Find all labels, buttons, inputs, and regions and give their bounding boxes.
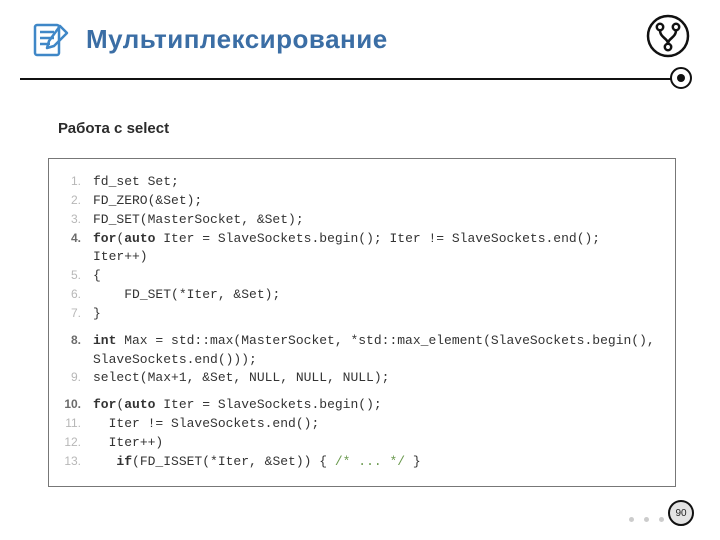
slide-title: Мультиплексирование	[86, 24, 388, 55]
code-text: for(auto Iter = SlaveSockets.begin();	[93, 396, 661, 415]
line-number: 2.	[63, 192, 93, 211]
code-block: 1.fd_set Set; 2.FD_ZERO(&Set); 3.FD_SET(…	[48, 158, 676, 487]
code-text: FD_SET(*Iter, &Set);	[93, 286, 661, 305]
line-number: 11.	[63, 415, 93, 434]
line-number: 1.	[63, 173, 93, 192]
line-number: 9.	[63, 369, 93, 388]
page-number-badge: 90	[668, 500, 694, 526]
divider-node-icon	[670, 67, 692, 89]
code-text: FD_SET(MasterSocket, &Set);	[93, 211, 661, 230]
code-text: if(FD_ISSET(*Iter, &Set)) { /* ... */ }	[93, 453, 661, 472]
line-number: 5.	[63, 267, 93, 286]
edit-icon	[30, 18, 72, 60]
line-number: 4.	[63, 230, 93, 268]
section-subtitle: Работа с select	[58, 120, 169, 137]
code-text: Iter++)	[93, 434, 661, 453]
line-number: 8.	[63, 332, 93, 370]
code-text: }	[93, 305, 661, 324]
line-number: 7.	[63, 305, 93, 324]
code-text: {	[93, 267, 661, 286]
line-number: 6.	[63, 286, 93, 305]
line-number: 10.	[63, 396, 93, 415]
code-text: int Max = std::max(MasterSocket, *std::m…	[93, 332, 661, 370]
line-number: 13.	[63, 453, 93, 472]
branch-icon	[646, 14, 690, 63]
code-text: for(auto Iter = SlaveSockets.begin(); It…	[93, 230, 661, 268]
line-number: 3.	[63, 211, 93, 230]
divider	[20, 78, 690, 80]
code-text: Iter != SlaveSockets.end();	[93, 415, 661, 434]
code-text: fd_set Set;	[93, 173, 661, 192]
decorative-dots	[629, 517, 664, 522]
code-text: FD_ZERO(&Set);	[93, 192, 661, 211]
code-text: select(Max+1, &Set, NULL, NULL, NULL);	[93, 369, 661, 388]
line-number: 12.	[63, 434, 93, 453]
slide-header: Мультиплексирование	[0, 0, 720, 60]
